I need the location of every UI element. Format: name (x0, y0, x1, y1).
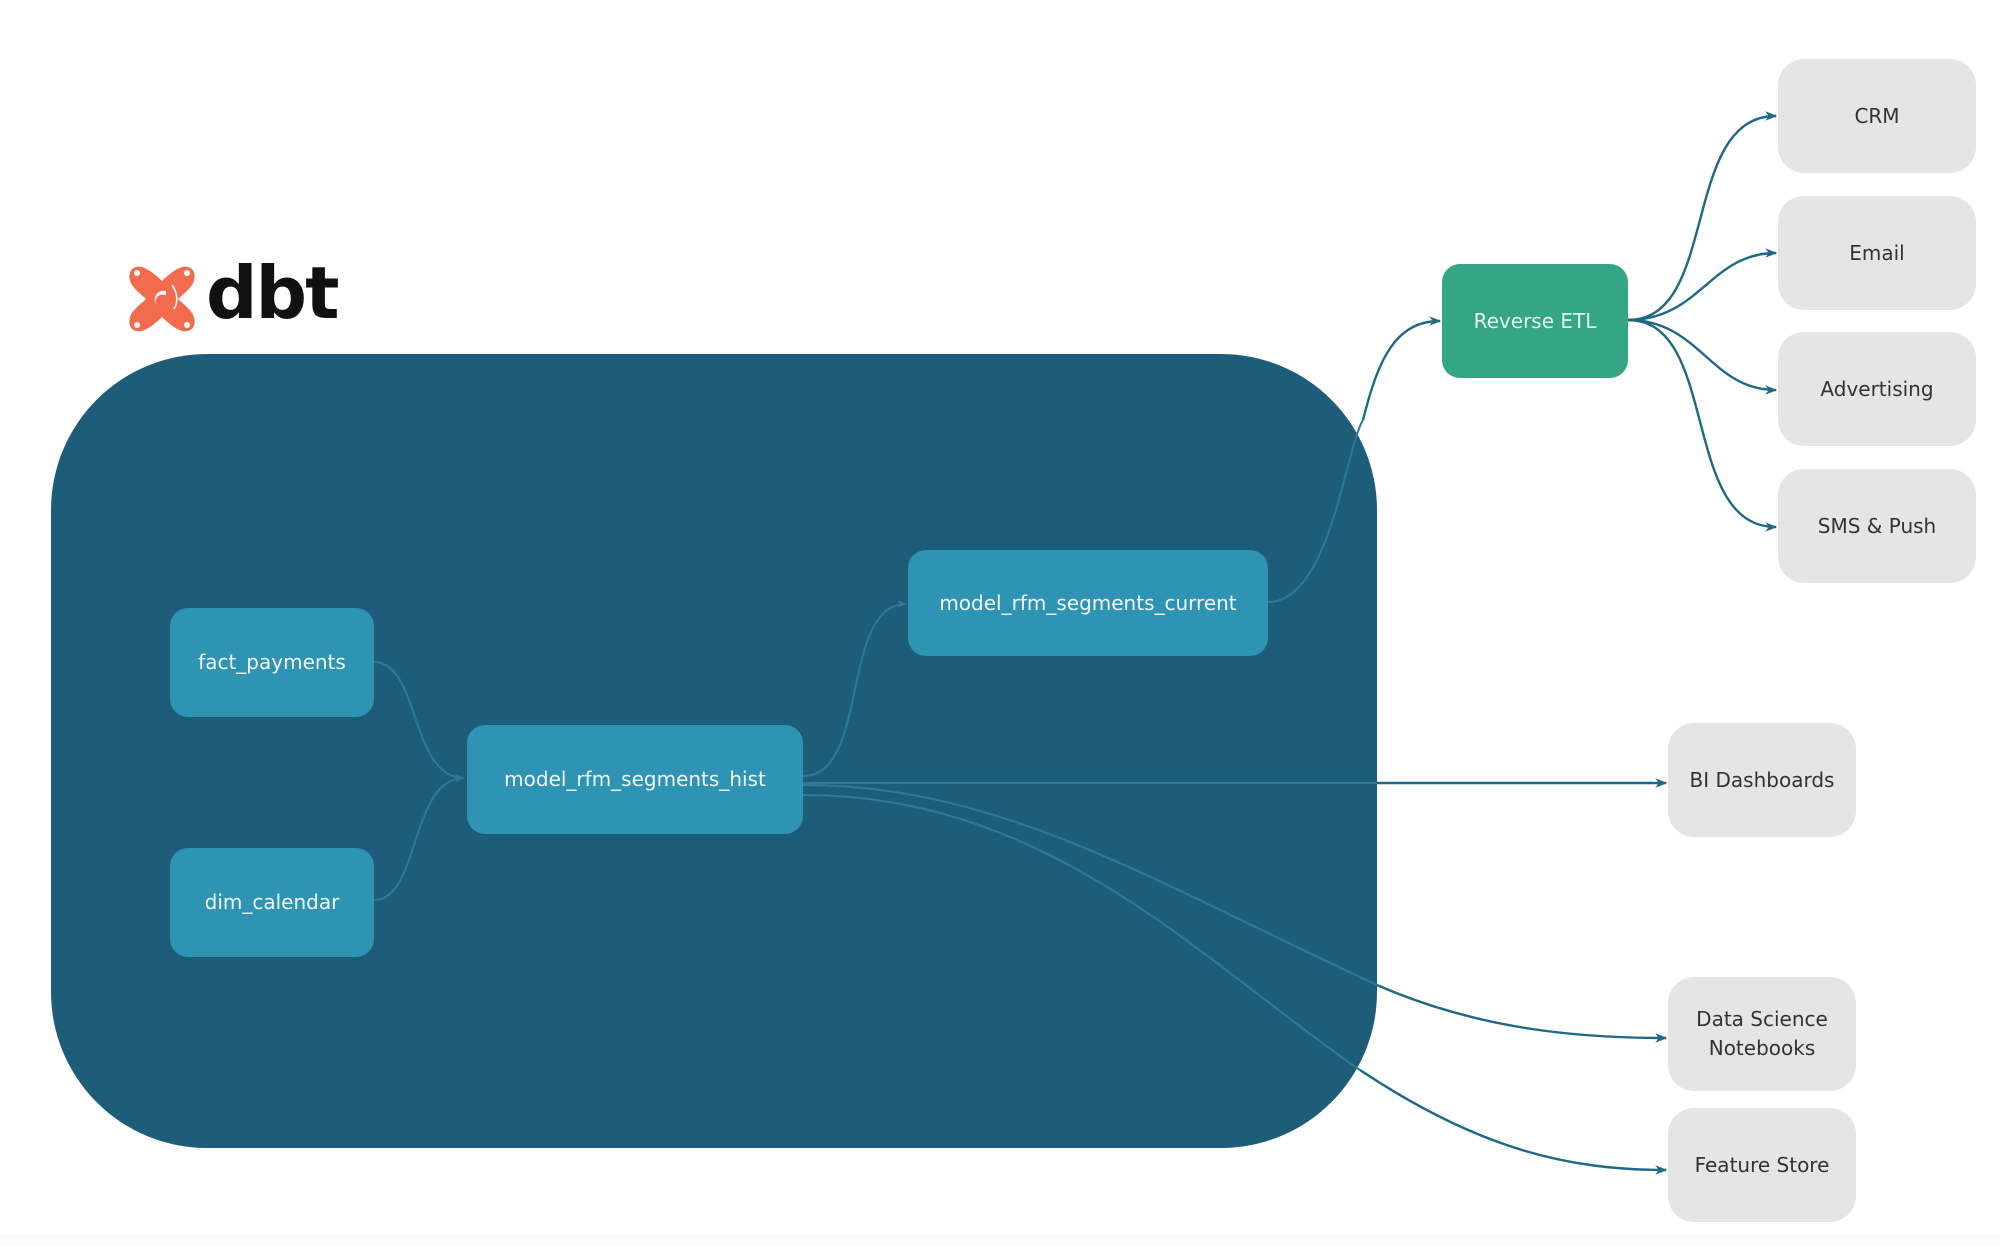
node-label-line2: Notebooks (1708, 1036, 1816, 1060)
node-bi-dashboards[interactable]: BI Dashboards (1668, 723, 1856, 837)
node-dim-calendar[interactable]: dim_calendar (170, 848, 374, 957)
node-label: SMS & Push (1817, 513, 1937, 538)
edge-hist-to-feature-store (1359, 1069, 1668, 1175)
node-feature-store[interactable]: Feature Store (1668, 1108, 1856, 1222)
dbt-logo-icon (129, 266, 195, 332)
node-label: model_rfm_segments_hist (504, 767, 766, 791)
node-sms-push[interactable]: SMS & Push (1778, 469, 1976, 583)
edge-current-to-reverse-etl (1361, 316, 1442, 421)
node-email[interactable]: Email (1778, 196, 1976, 310)
node-crm[interactable]: CRM (1778, 59, 1976, 173)
node-model-rfm-segments-current[interactable]: model_rfm_segments_current (908, 550, 1268, 656)
edge-hist-to-data-science-notebooks (1376, 983, 1668, 1043)
node-data-science-notebooks[interactable]: Data Science Notebooks (1668, 977, 1856, 1091)
node-reverse-etl[interactable]: Reverse ETL (1442, 264, 1628, 378)
node-label: model_rfm_segments_current (939, 590, 1237, 615)
node-label: CRM (1854, 103, 1900, 128)
node-fact-payments[interactable]: fact_payments (170, 608, 374, 717)
edge-reverse-etl-to-sms-push (1627, 318, 1778, 532)
edge-reverse-etl-to-email (1627, 248, 1778, 322)
edge-reverse-etl-to-advertising (1627, 318, 1778, 395)
node-label: Email (1849, 240, 1905, 265)
node-label-line1: Data Science (1696, 1007, 1828, 1031)
bottom-band (0, 1234, 2000, 1246)
edge-reverse-etl-to-crm (1627, 111, 1778, 322)
node-label: fact_payments (198, 650, 346, 674)
dbt-logo: dbt (126, 257, 339, 336)
node-label: Reverse ETL (1473, 308, 1597, 333)
dbt-logo-text: dbt (206, 251, 339, 335)
node-model-rfm-segments-hist[interactable]: model_rfm_segments_hist (467, 725, 803, 834)
node-label: BI Dashboards (1689, 767, 1835, 792)
node-advertising[interactable]: Advertising (1778, 332, 1976, 446)
node-label: dim_calendar (204, 890, 340, 914)
node-label: Advertising (1820, 376, 1934, 401)
node-label: Feature Store (1694, 1152, 1830, 1177)
